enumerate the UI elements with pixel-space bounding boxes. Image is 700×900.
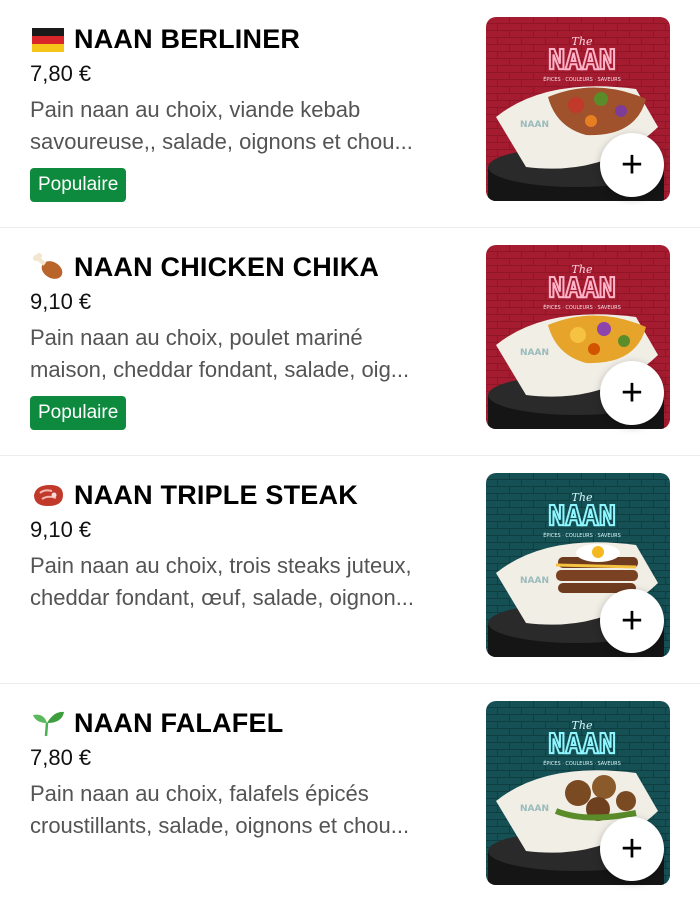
- item-title: NAAN FALAFEL: [30, 706, 470, 740]
- add-to-cart-button[interactable]: +: [600, 589, 664, 653]
- image-brand-text: NAAN: [548, 271, 615, 304]
- item-description: Pain naan au choix, falafels épicés crou…: [30, 778, 470, 842]
- seedling-icon: [30, 709, 66, 737]
- item-title-text: NAAN FALAFEL: [74, 708, 284, 738]
- item-title-text: NAAN BERLINER: [74, 24, 301, 54]
- chicken-leg-icon: [30, 253, 66, 281]
- popular-badge: Populaire: [30, 396, 127, 430]
- image-tagline: ÉPICES · COULEURS · SAVEURS: [543, 759, 621, 767]
- item-title: NAAN TRIPLE STEAK: [30, 478, 470, 512]
- item-price: 9,10 €: [30, 289, 92, 314]
- image-brand-text: NAAN: [548, 727, 615, 760]
- item-description-line: Pain naan au choix, poulet mariné: [30, 325, 363, 350]
- item-description-line: Pain naan au choix, falafels épicés: [30, 781, 369, 806]
- svg-text:NAAN: NAAN: [520, 120, 549, 130]
- image-brand-text: NAAN: [548, 43, 615, 76]
- image-brand-text: NAAN: [548, 499, 615, 532]
- steak-icon: [30, 481, 66, 509]
- item-description-line: croustillants, salade, oignons et chou..…: [30, 813, 410, 838]
- image-tagline: ÉPICES · COULEURS · SAVEURS: [543, 531, 621, 539]
- svg-text:NAAN: NAAN: [520, 804, 549, 814]
- image-tagline: ÉPICES · COULEURS · SAVEURS: [543, 75, 621, 83]
- plus-icon: +: [620, 600, 644, 642]
- add-to-cart-button[interactable]: +: [600, 133, 664, 197]
- menu-item-naan-berliner[interactable]: NAAN BERLINER 7,80 € Pain naan au choix,…: [0, 0, 700, 228]
- menu-list: NAAN BERLINER 7,80 € Pain naan au choix,…: [0, 0, 700, 900]
- item-title-text: NAAN TRIPLE STEAK: [74, 480, 358, 510]
- item-description-line: savoureuse,, salade, oignons et chou...: [30, 129, 413, 154]
- item-description-line: Pain naan au choix, viande kebab: [30, 97, 361, 122]
- item-title: NAAN CHICKEN CHIKA: [30, 250, 470, 284]
- add-to-cart-button[interactable]: +: [600, 361, 664, 425]
- menu-item-naan-triple-steak[interactable]: NAAN TRIPLE STEAK 9,10 € Pain naan au ch…: [0, 456, 700, 684]
- menu-item-naan-chicken-chika[interactable]: NAAN CHICKEN CHIKA 9,10 € Pain naan au c…: [0, 228, 700, 456]
- plus-icon: +: [620, 828, 644, 870]
- item-text: NAAN BERLINER 7,80 € Pain naan au choix,…: [30, 22, 470, 202]
- item-text: NAAN FALAFEL 7,80 € Pain naan au choix, …: [30, 706, 470, 842]
- plus-icon: +: [620, 372, 644, 414]
- menu-item-naan-falafel[interactable]: NAAN FALAFEL 7,80 € Pain naan au choix, …: [0, 684, 700, 900]
- item-description: Pain naan au choix, trois steaks juteux,…: [30, 550, 470, 614]
- item-price: 7,80 €: [30, 61, 92, 86]
- item-title: NAAN BERLINER: [30, 22, 470, 56]
- item-description-line: cheddar fondant, œuf, salade, oignon...: [30, 585, 415, 610]
- plus-icon: +: [620, 144, 644, 186]
- popular-badge: Populaire: [30, 168, 127, 202]
- item-description: Pain naan au choix, poulet mariné maison…: [30, 322, 470, 386]
- image-tagline: ÉPICES · COULEURS · SAVEURS: [543, 303, 621, 311]
- item-description-line: maison, cheddar fondant, salade, oig...: [30, 357, 410, 382]
- item-price: 7,80 €: [30, 745, 92, 770]
- item-title-text: NAAN CHICKEN CHIKA: [74, 252, 380, 282]
- svg-text:NAAN: NAAN: [520, 576, 549, 586]
- german-flag-icon: [30, 25, 66, 53]
- item-description: Pain naan au choix, viande kebab savoure…: [30, 94, 470, 158]
- item-description-line: Pain naan au choix, trois steaks juteux,: [30, 553, 412, 578]
- item-price: 9,10 €: [30, 517, 92, 542]
- item-text: NAAN CHICKEN CHIKA 9,10 € Pain naan au c…: [30, 250, 470, 430]
- svg-text:NAAN: NAAN: [520, 348, 549, 358]
- item-text: NAAN TRIPLE STEAK 9,10 € Pain naan au ch…: [30, 478, 470, 614]
- add-to-cart-button[interactable]: +: [600, 817, 664, 881]
